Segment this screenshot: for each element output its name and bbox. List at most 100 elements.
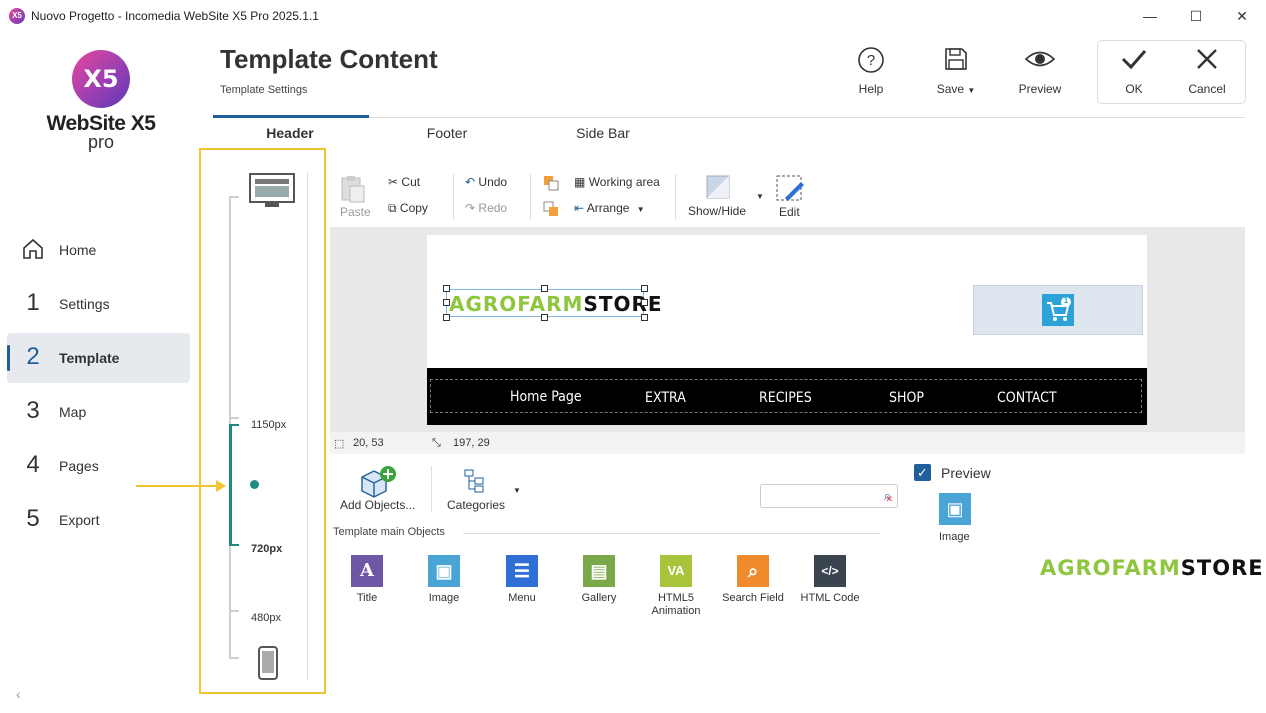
undo-label: Undo [478,175,508,189]
html-code-object-icon: </> [814,555,846,587]
title-bar: X5 Nuovo Progetto - Incomedia WebSite X5… [0,0,1266,32]
menu-object[interactable]: ☰ Menu [487,555,557,605]
toolbar-separator [431,466,432,512]
chevron-down-icon: ▼ [967,86,976,95]
working-area-button[interactable]: ▦ Working area [574,175,660,189]
smartphone-icon[interactable] [258,646,278,680]
nav-number: 4 [26,451,40,478]
breakpoint-label-480[interactable]: 480px [251,612,281,624]
breakpoint-label-1150[interactable]: 1150px [251,419,286,431]
save-label: Save [936,82,965,96]
search-field-object-icon: ⌕ [737,555,769,587]
title-object[interactable]: A Title [332,555,402,605]
arrange-icon: ⇤ [574,201,585,215]
cut-button[interactable]: ✂ Cut [388,175,420,189]
cancel-x-icon [1177,46,1237,78]
window-title: Nuovo Progetto - Incomedia WebSite X5 Pr… [31,9,319,23]
redo-button[interactable]: ↷ Redo [465,201,507,215]
breakpoint-tick [229,610,239,612]
edit-icon[interactable] [775,174,805,204]
menu-item[interactable]: CONTACT [997,390,1057,406]
resize-handle[interactable] [443,285,450,292]
nav-item-settings[interactable]: 1 Settings [7,279,190,329]
help-button[interactable]: ? Help [841,46,901,96]
nav-number: 1 [26,289,40,316]
tab-side-bar[interactable]: Side Bar [523,125,683,141]
desktop-icon[interactable] [249,173,295,209]
resize-handle[interactable] [541,314,548,321]
bring-forward-icon[interactable] [543,175,559,191]
menu-item[interactable]: Home Page [510,389,582,405]
tab-header[interactable]: Header [210,125,370,141]
minimize-button[interactable]: — [1127,0,1173,32]
object-search-input[interactable]: ⌕ ✕ [760,484,898,508]
size-readout: 197, 29 [453,437,490,449]
nav-label: Map [59,404,87,420]
edit-label[interactable]: Edit [779,205,800,219]
search-field-object[interactable]: ⌕ Search Field [718,555,788,605]
resize-handle[interactable] [541,285,548,292]
redo-label: Redo [478,201,508,215]
resize-handle[interactable] [443,299,450,306]
nav-item-map[interactable]: 3 Map [7,387,190,437]
copy-button[interactable]: ⧉ Copy [388,201,428,216]
ok-button[interactable]: OK [1104,46,1164,96]
preview-checkbox[interactable]: ✓ [914,464,931,481]
collapse-sidebar-button[interactable]: ‹ [16,686,21,702]
checkmark-icon [1104,46,1164,78]
resize-handle[interactable] [443,314,450,321]
show-hide-icon[interactable] [706,175,730,199]
close-window-button[interactable]: ✕ [1219,0,1265,32]
send-backward-icon[interactable] [543,201,559,217]
chevron-down-icon[interactable]: ▼ [756,192,764,201]
save-button[interactable]: Save ▼ [926,46,986,96]
resize-handle[interactable] [641,314,648,321]
preview-label: Preview [1018,82,1062,96]
arrange-button[interactable]: ⇤ Arrange ▼ [574,201,645,215]
paste-button[interactable] [338,174,370,206]
undo-icon: ↶ [465,175,476,189]
resize-handle[interactable] [641,285,648,292]
current-breakpoint-dot[interactable] [250,480,259,489]
image-object[interactable]: ▣ Image [409,555,479,605]
title-object-icon: A [351,555,383,587]
ok-label: OK [1125,82,1143,96]
gallery-object[interactable]: ▤ Gallery [564,555,634,605]
menu-object-icon: ☰ [506,555,538,587]
show-hide-label[interactable]: Show/Hide [688,204,746,218]
menu-item[interactable]: EXTRA [645,390,686,406]
active-indicator [7,345,10,371]
object-label: Menu [508,592,536,604]
nav-item-template[interactable]: 2 Template [7,333,190,383]
add-objects-label[interactable]: Add Objects... [340,498,415,512]
section-title: Template main Objects [333,526,445,538]
menu-item[interactable]: RECIPES [759,390,812,406]
preview-button[interactable]: Preview [1010,46,1070,96]
tab-footer[interactable]: Footer [367,125,527,141]
image-object-icon: ▣ [428,555,460,587]
object-label: Image [428,592,460,604]
breakpoint-label-720[interactable]: 720px [251,543,282,555]
cancel-button[interactable]: Cancel [1177,46,1237,96]
html-code-object[interactable]: </> HTML Code [795,555,865,605]
clear-icon[interactable]: ✕ [885,494,893,505]
menu-item[interactable]: SHOP [889,390,924,406]
nav-item-pages[interactable]: 4 Pages [7,441,190,491]
brand-edition: pro [87,132,114,152]
undo-button[interactable]: ↶ Undo [465,175,507,189]
nav-item-export[interactable]: 5 Export [7,495,190,545]
html5-animation-object-icon: VA [660,555,692,587]
chevron-down-icon[interactable]: ▼ [513,486,521,495]
categories-icon[interactable] [463,468,487,494]
nav-item-home[interactable]: Home [7,225,190,275]
categories-label[interactable]: Categories [447,498,505,512]
resize-handle[interactable] [641,299,648,306]
nav-number: 5 [26,505,40,532]
add-objects-icon[interactable] [358,465,398,499]
app-icon: X5 [9,8,25,24]
eye-icon [1010,46,1070,78]
selected-logo-object[interactable]: AGROFARMSTORE [446,289,662,317]
html5-animation-object[interactable]: VA HTML5 Animation [641,555,711,618]
maximize-button[interactable]: ☐ [1173,0,1219,32]
size-icon: ⤡ [432,437,441,449]
